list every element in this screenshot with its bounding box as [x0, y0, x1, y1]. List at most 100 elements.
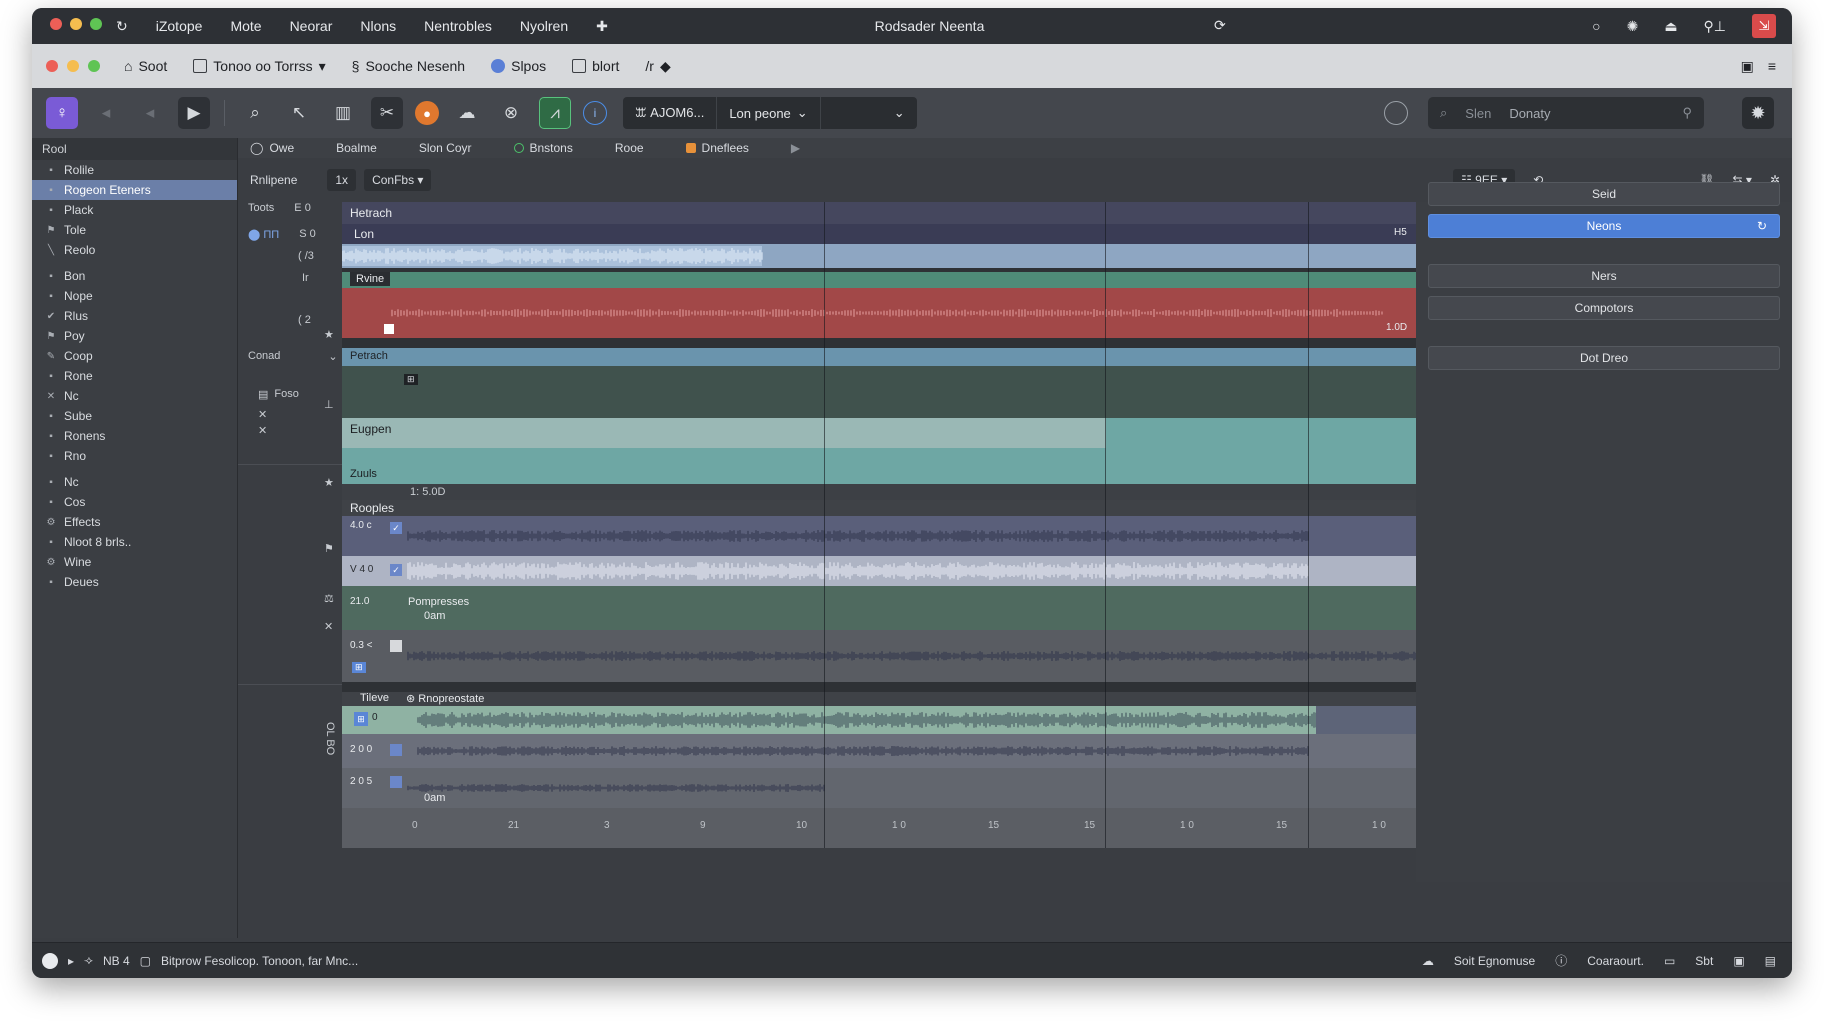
- sidebar-item[interactable]: ▪ Deues: [32, 572, 237, 592]
- cross-icon[interactable]: ✕: [324, 620, 333, 633]
- balance-icon[interactable]: ⚖: [324, 592, 334, 605]
- record-icon[interactable]: ●: [415, 101, 439, 125]
- export-icon[interactable]: ⇲: [1752, 14, 1776, 38]
- cross-icon[interactable]: ✕: [258, 408, 267, 421]
- timeline-ruler[interactable]: 0 21 3 9 10 1 0 15 15 1 0 15 1 0: [342, 814, 1416, 836]
- sidebar-item[interactable]: ▪ Rone: [32, 366, 237, 386]
- sidebar-item[interactable]: ▪ Rogeon Eteners: [32, 180, 237, 200]
- sidebar-item[interactable]: ▪ Sube: [32, 406, 237, 426]
- sidebar-item[interactable]: ⚙ Effects: [32, 512, 237, 532]
- user-icon[interactable]: ⚲⊥: [1704, 18, 1726, 35]
- tab-blort[interactable]: blort: [572, 58, 619, 74]
- play-icon[interactable]: ▶: [791, 141, 800, 155]
- sidebar-item[interactable]: ▪ Plack: [32, 200, 237, 220]
- menu-app[interactable]: iZotope: [156, 18, 203, 34]
- audio-clip[interactable]: Eugpen Zuuls: [342, 418, 1416, 484]
- sidebar-item[interactable]: ▪ Rno: [32, 446, 237, 466]
- sidebar-item[interactable]: ⚙ Wine: [32, 552, 237, 572]
- tab-slpos[interactable]: Slpos: [491, 58, 546, 74]
- audio-clip[interactable]: V 4 0 ✓: [342, 556, 1416, 586]
- playhead-handle[interactable]: [384, 324, 394, 334]
- preset-dropdown[interactable]: ꕭ AJOM6...: [623, 97, 718, 129]
- dial-icon[interactable]: ⊗: [495, 97, 527, 129]
- sidebar-item[interactable]: ▪ Ronens: [32, 426, 237, 446]
- menu-item[interactable]: Neorar: [290, 18, 333, 34]
- sidebar-item[interactable]: ✔ Rlus: [32, 306, 237, 326]
- seid-button[interactable]: Seid: [1428, 182, 1780, 206]
- upload-icon[interactable]: ⊥: [324, 398, 334, 411]
- mode-dropdown[interactable]: Lon peone ⌄: [717, 97, 821, 129]
- sidebar-item[interactable]: ▪ Bon: [32, 266, 237, 286]
- close-button[interactable]: [46, 60, 58, 72]
- flag-icon[interactable]: ⚑: [324, 542, 334, 555]
- back-icon[interactable]: ◂: [90, 97, 122, 129]
- sidebar-item[interactable]: ╲ Reolo: [32, 240, 237, 260]
- trash-icon[interactable]: ▥: [327, 97, 359, 129]
- sidebar-item[interactable]: ▪ Rolile: [32, 160, 237, 180]
- sync-icon[interactable]: ⟳: [1214, 17, 1226, 34]
- play-icon[interactable]: ▶: [178, 97, 210, 129]
- info-icon[interactable]: i: [583, 101, 607, 125]
- menu-item[interactable]: Mote: [230, 18, 261, 34]
- audio-clip[interactable]: 0.3 < ⊞: [342, 630, 1416, 682]
- gear-icon[interactable]: ✹: [1742, 97, 1774, 129]
- menu-item[interactable]: Nyolren: [520, 18, 568, 34]
- cloud-icon[interactable]: ☁: [1422, 954, 1434, 968]
- sidebar-item[interactable]: ✕ Nc: [32, 386, 237, 406]
- tab-tonoo[interactable]: Tonoo oo Torrss ▾: [193, 58, 326, 75]
- audio-clip[interactable]: 4.0 c ✓: [342, 516, 1416, 556]
- search-field[interactable]: ⌕ Slen Donaty ⚲: [1428, 97, 1704, 129]
- monitor-icon[interactable]: ▭: [1664, 954, 1675, 968]
- sidebar-item[interactable]: ⚑ Tole: [32, 220, 237, 240]
- config-dropdown[interactable]: ConFbs ▾: [364, 169, 432, 191]
- audio-clip[interactable]: 21.0 Pompresses 0am: [342, 586, 1416, 630]
- chevron-down-icon[interactable]: ⌄: [328, 350, 337, 363]
- control-value[interactable]: E 0: [294, 202, 311, 214]
- tab-sooche[interactable]: § Sooche Nesenh: [352, 58, 465, 74]
- header-boalme[interactable]: Boalme: [336, 141, 377, 155]
- sidebar-item[interactable]: ▪ Nc: [32, 472, 237, 492]
- zoom-icon[interactable]: ⌕: [239, 97, 271, 129]
- menu-item[interactable]: Nlons: [360, 18, 396, 34]
- refresh-icon[interactable]: ↻: [116, 18, 128, 35]
- minimize-button[interactable]: [67, 60, 79, 72]
- zoom-button[interactable]: [88, 60, 100, 72]
- tab-pen[interactable]: /r ◆: [645, 58, 670, 75]
- audio-clip[interactable]: 2 0 0: [342, 734, 1416, 768]
- menu-item[interactable]: Nentrobles: [424, 18, 492, 34]
- forward-icon[interactable]: ▸: [68, 954, 74, 968]
- status-item[interactable]: Coaraourt.: [1587, 954, 1644, 968]
- ners-button[interactable]: Ners: [1428, 264, 1780, 288]
- forward-icon[interactable]: ◂: [134, 97, 166, 129]
- sidebar-toggle-icon[interactable]: ▣: [1741, 58, 1754, 75]
- header-dneflees[interactable]: Dneflees: [685, 141, 749, 155]
- extra-dropdown[interactable]: ⌄: [821, 97, 917, 129]
- star-icon[interactable]: ★: [324, 476, 334, 489]
- settings-icon[interactable]: ✺: [1627, 18, 1639, 35]
- graph-icon[interactable]: ⩘: [539, 97, 571, 129]
- sidebar-item[interactable]: ▪ Nope: [32, 286, 237, 306]
- control-value[interactable]: S 0: [299, 228, 316, 241]
- header-bnstons[interactable]: Bnstons: [513, 141, 573, 155]
- sidebar-item[interactable]: ▪ Cos: [32, 492, 237, 512]
- nav-icon[interactable]: ⟢: [84, 953, 93, 968]
- audio-clip[interactable]: 2 0 5 0am: [342, 768, 1416, 808]
- control-value[interactable]: Ir: [302, 272, 309, 284]
- sidebar-item[interactable]: ⚑ Poy: [32, 326, 237, 346]
- dot-dreo-button[interactable]: Dot Dreo: [1428, 346, 1780, 370]
- split-icon[interactable]: ✂: [371, 97, 403, 129]
- audio-clip[interactable]: [342, 244, 1416, 268]
- control-value[interactable]: ( 2: [298, 314, 311, 326]
- panel-icon[interactable]: ▤: [1765, 954, 1776, 968]
- compotors-button[interactable]: Compotors: [1428, 296, 1780, 320]
- header-slon[interactable]: Slon Coyr: [419, 141, 472, 155]
- header-rooe[interactable]: Rooe: [615, 141, 644, 155]
- pin-icon[interactable]: ⚲: [1682, 105, 1692, 121]
- menu-icon[interactable]: ≡: [1768, 58, 1776, 75]
- cross-icon[interactable]: ✕: [258, 424, 267, 437]
- window-icon[interactable]: ▣: [1733, 954, 1744, 968]
- audio-clip[interactable]: ⊞ 0: [342, 706, 1416, 734]
- star-icon[interactable]: ★: [324, 328, 334, 341]
- audio-clip[interactable]: ⊞: [342, 366, 1416, 418]
- add-icon[interactable]: ✚: [596, 18, 608, 35]
